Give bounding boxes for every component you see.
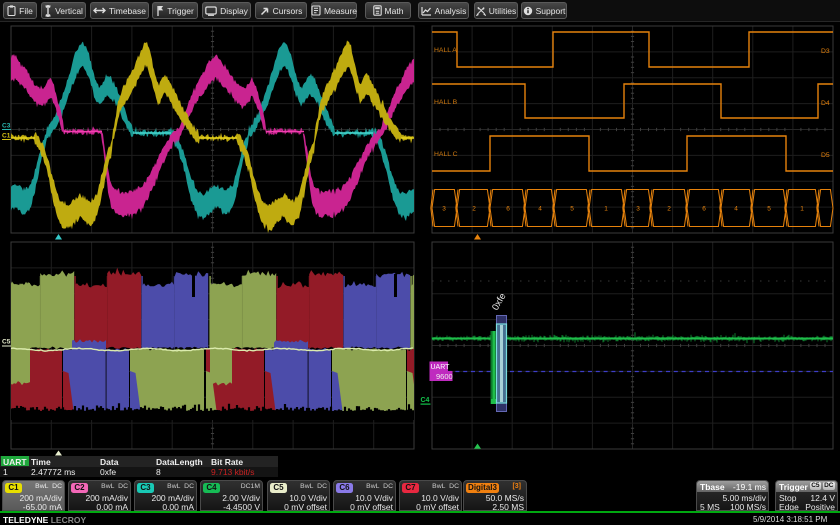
svg-text:4: 4 <box>734 206 738 213</box>
svg-text:3: 3 <box>636 206 640 213</box>
svg-text:HALL B: HALL B <box>434 99 458 106</box>
svg-text:6: 6 <box>506 206 510 213</box>
svg-text:D4: D4 <box>821 100 830 107</box>
svg-text:D3: D3 <box>821 48 830 55</box>
svg-text:2: 2 <box>667 206 671 213</box>
svg-text:C1: C1 <box>2 133 11 140</box>
svg-text:1: 1 <box>604 206 608 213</box>
svg-text:6: 6 <box>702 206 706 213</box>
svg-text:C5: C5 <box>2 339 11 346</box>
svg-text:2: 2 <box>472 206 476 213</box>
svg-text:5: 5 <box>570 206 574 213</box>
svg-text:3: 3 <box>442 206 446 213</box>
svg-text:4: 4 <box>538 206 542 213</box>
svg-text:9600: 9600 <box>436 372 453 381</box>
svg-text:HALL A: HALL A <box>434 47 457 54</box>
svg-text:UART: UART <box>431 364 451 371</box>
svg-text:1: 1 <box>800 206 804 213</box>
svg-text:D5: D5 <box>821 152 830 159</box>
svg-text:HALL C: HALL C <box>434 151 458 158</box>
svg-text:C4: C4 <box>421 397 430 404</box>
svg-text:5: 5 <box>767 206 771 213</box>
svg-text:C3: C3 <box>2 123 11 130</box>
